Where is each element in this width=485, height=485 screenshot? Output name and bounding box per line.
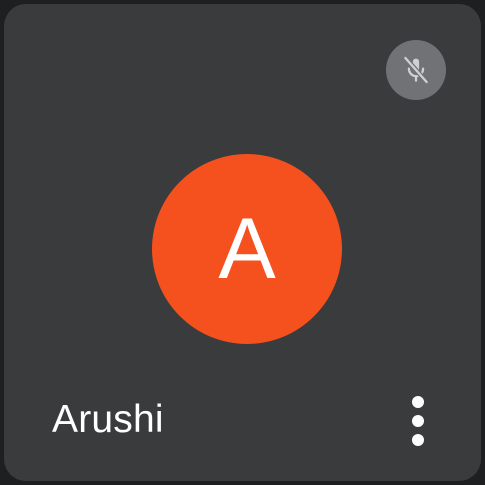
participant-name: Arushi <box>52 398 164 441</box>
more-vert-icon-dot <box>412 434 424 446</box>
mic-off-icon <box>402 55 430 85</box>
more-vert-icon <box>412 396 424 408</box>
avatar: A <box>152 154 342 344</box>
muted-indicator <box>386 40 446 100</box>
more-options-button[interactable] <box>398 388 438 454</box>
avatar-initial: A <box>218 201 276 297</box>
participant-tile[interactable]: A Arushi <box>4 4 481 481</box>
more-vert-icon-dot <box>412 415 424 427</box>
